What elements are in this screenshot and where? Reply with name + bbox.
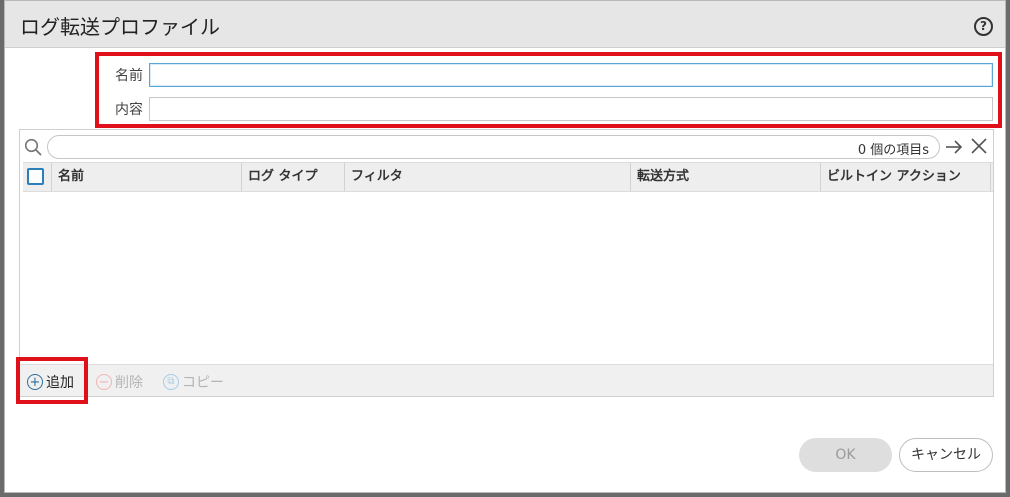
item-count: 0 個の項目s [857,143,929,158]
question-mark-icon[interactable]: ? [974,17,993,36]
minus-icon: − [96,374,112,390]
delete-label: 削除 [115,375,143,391]
copy-button[interactable]: ⧉ コピー [163,372,224,392]
copy-label: コピー [182,375,224,391]
delete-button[interactable]: − 削除 [96,372,143,392]
filter-search-input[interactable]: 0 個の項目s [47,135,940,159]
add-button-highlight-box [16,357,88,404]
arrow-right-icon[interactable] [944,137,964,157]
select-all-checkbox[interactable] [27,168,44,185]
forwarding-list-panel: 0 個の項目s 名前 ログ タイプ フィルタ 転送方式 ビルトイン アクション … [19,129,994,397]
ok-button[interactable]: OK [799,438,892,472]
list-toolbar: + 追加 − 削除 ⧉ コピー [20,364,993,396]
copy-icon: ⧉ [163,374,179,390]
column-header-filter[interactable]: フィルタ [345,163,631,191]
cancel-button[interactable]: キャンセル [899,438,993,472]
column-header-builtin-action[interactable]: ビルトイン アクション [821,163,991,191]
search-icon [24,138,42,156]
column-header-log-type[interactable]: ログ タイプ [242,163,345,191]
dialog-titlebar: ログ転送プロファイル ? [5,1,1005,48]
column-header-name[interactable]: 名前 [52,163,242,191]
column-header-forwarding-method[interactable]: 転送方式 [631,163,821,191]
close-icon[interactable] [970,137,988,155]
form-highlight-box [95,52,1002,128]
select-all-column [23,163,52,191]
dialog-title: ログ転送プロファイル [20,15,220,39]
table-header: 名前 ログ タイプ フィルタ 転送方式 ビルトイン アクション [23,162,993,192]
